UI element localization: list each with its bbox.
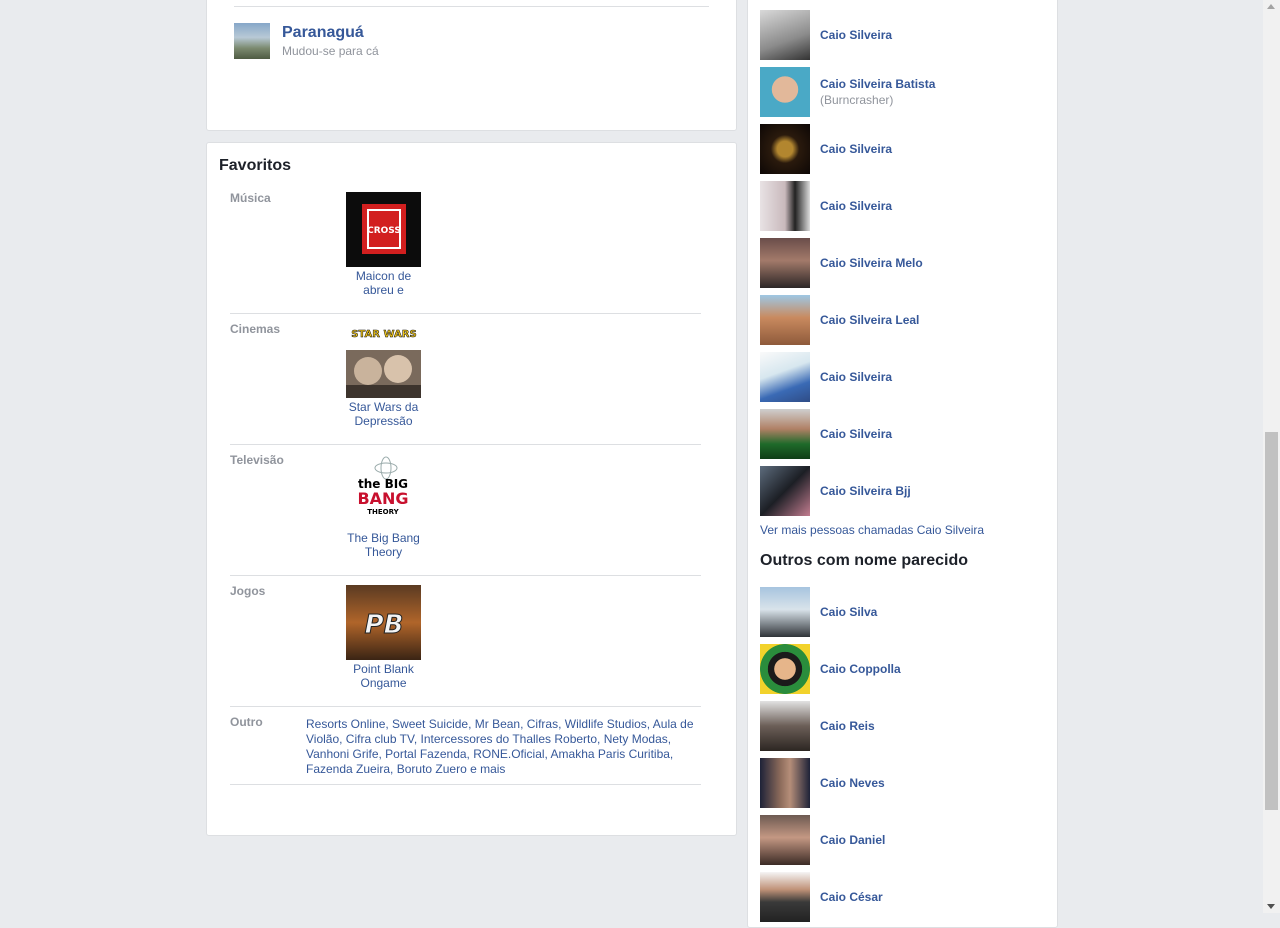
person-item[interactable]: Caio Silveira (760, 124, 892, 174)
scrollbar-thumb[interactable] (1265, 432, 1278, 810)
favorites-row-other: Outro Resorts Online, Sweet Suicide, Mr … (230, 709, 701, 785)
person-name-link[interactable]: Caio Silveira Melo (820, 256, 923, 270)
similar-person-item[interactable]: Caio Silva (760, 587, 877, 637)
avatar[interactable] (760, 872, 810, 922)
person-item[interactable]: Caio Silveira (760, 10, 892, 60)
category-label: Música (230, 191, 271, 205)
similar-names-title: Outros com nome parecido (760, 552, 969, 569)
similar-person-item[interactable]: Caio Reis (760, 701, 875, 751)
similar-person-item[interactable]: Caio César (760, 872, 883, 922)
person-name-link[interactable]: Caio Silveira (820, 28, 892, 42)
avatar[interactable] (760, 124, 810, 174)
avatar[interactable] (760, 352, 810, 402)
game-page-thumbnail[interactable]: PB (346, 585, 421, 660)
game-logo-text: PB (365, 610, 404, 640)
avatar[interactable] (760, 587, 810, 637)
avatar[interactable] (760, 10, 810, 60)
person-item[interactable]: Caio Silveira (760, 409, 892, 459)
scroll-down-arrow-icon[interactable] (1267, 904, 1275, 909)
avatar[interactable] (760, 644, 810, 694)
favorites-row-music: Música CROSS Maicon de abreu e (230, 185, 701, 314)
favorite-item-label[interactable]: Maicon de abreu e (346, 269, 421, 297)
person-item[interactable]: Caio Silveira (760, 352, 892, 402)
category-label: Outro (230, 715, 263, 729)
category-label: Cinemas (230, 322, 281, 336)
favorites-row-games: Jogos PB Point Blank Ongame (230, 578, 701, 707)
person-item[interactable]: Caio Silveira Leal (760, 295, 919, 345)
person-item[interactable]: Caio Silveira (760, 181, 892, 231)
avatar[interactable] (760, 466, 810, 516)
avatar[interactable] (760, 701, 810, 751)
similar-person-item[interactable]: Caio Neves (760, 758, 885, 808)
person-name-link[interactable]: Caio Silveira Bjj (820, 484, 911, 498)
avatar[interactable] (760, 181, 810, 231)
tv-logo-bottom: THEORY (367, 508, 399, 516)
favorites-row-tv: Televisão the BIG BANG THEORY The Big Ba… (230, 447, 701, 576)
other-favorites-links[interactable]: Resorts Online, Sweet Suicide, Mr Bean, … (306, 717, 701, 777)
person-name-link[interactable]: Caio César (820, 890, 883, 904)
see-more-link[interactable]: Ver mais pessoas chamadas Caio Silveira (760, 523, 984, 537)
similar-person-item[interactable]: Caio Daniel (760, 815, 885, 865)
place-subtitle: Mudou-se para cá (282, 44, 379, 58)
favorite-item-music[interactable]: CROSS Maicon de abreu e (346, 192, 421, 297)
people-sidebar: Caio Silveira Caio Silveira Batista (Bur… (747, 0, 1058, 928)
movie-logo-text: STAR WARS (351, 329, 416, 340)
place-item[interactable]: Paranaguá Mudou-se para cá (234, 23, 379, 59)
category-label: Televisão (230, 453, 284, 467)
avatar[interactable] (760, 815, 810, 865)
avatar[interactable] (760, 295, 810, 345)
person-name-link[interactable]: Caio Coppolla (820, 662, 901, 676)
divider (234, 6, 709, 7)
person-alias: (Burncrasher) (820, 93, 894, 107)
music-page-thumbnail[interactable]: CROSS (346, 192, 421, 267)
favorite-item-label[interactable]: Star Wars da Depressão (346, 400, 421, 428)
favorites-row-cinemas: Cinemas STAR WARS Star Wars da Depressão (230, 316, 701, 445)
person-name-link[interactable]: Caio Reis (820, 719, 875, 733)
favorite-item-label[interactable]: The Big Bang Theory (346, 531, 421, 559)
person-name-link[interactable]: Caio Silveira (820, 370, 892, 384)
movie-page-thumbnail[interactable]: STAR WARS (346, 323, 421, 398)
place-name-link[interactable]: Paranaguá (282, 24, 379, 42)
avatar[interactable] (760, 758, 810, 808)
place-thumbnail[interactable] (234, 23, 270, 59)
favorite-item-tv[interactable]: the BIG BANG THEORY The Big Bang Theory (346, 454, 421, 559)
favorites-title: Favoritos (219, 157, 292, 174)
person-name-link[interactable]: Caio Silveira (820, 142, 892, 156)
avatar[interactable] (760, 67, 810, 117)
favorite-item-label[interactable]: Point Blank Ongame (346, 662, 421, 690)
scroll-up-arrow-icon[interactable] (1267, 4, 1275, 9)
vertical-scrollbar[interactable] (1263, 0, 1280, 913)
favorites-card: Favoritos Música CROSS Maicon de abreu e… (206, 142, 737, 836)
music-logo-text: CROSS (367, 226, 401, 236)
person-name-link[interactable]: Caio Silveira Batista (820, 77, 935, 91)
person-name-link[interactable]: Caio Neves (820, 776, 885, 790)
favorite-item-cinemas[interactable]: STAR WARS Star Wars da Depressão (346, 323, 421, 428)
favorite-item-games[interactable]: PB Point Blank Ongame (346, 585, 421, 690)
person-name-link[interactable]: Caio Silveira Leal (820, 313, 919, 327)
person-item[interactable]: Caio Silveira Batista (Burncrasher) (760, 67, 935, 117)
person-name-link[interactable]: Caio Silveira (820, 427, 892, 441)
places-card: Paranaguá Mudou-se para cá (206, 0, 737, 131)
tv-logo-mid: BANG (357, 489, 408, 508)
person-name-link[interactable]: Caio Silveira (820, 199, 892, 213)
category-label: Jogos (230, 584, 266, 598)
avatar[interactable] (760, 238, 810, 288)
person-name-link[interactable]: Caio Silva (820, 605, 877, 619)
similar-person-item[interactable]: Caio Coppolla (760, 644, 901, 694)
person-item[interactable]: Caio Silveira Bjj (760, 466, 911, 516)
person-name-link[interactable]: Caio Daniel (820, 833, 885, 847)
person-item[interactable]: Caio Silveira Melo (760, 238, 923, 288)
avatar[interactable] (760, 409, 810, 459)
tv-page-thumbnail[interactable]: the BIG BANG THEORY (346, 454, 421, 529)
